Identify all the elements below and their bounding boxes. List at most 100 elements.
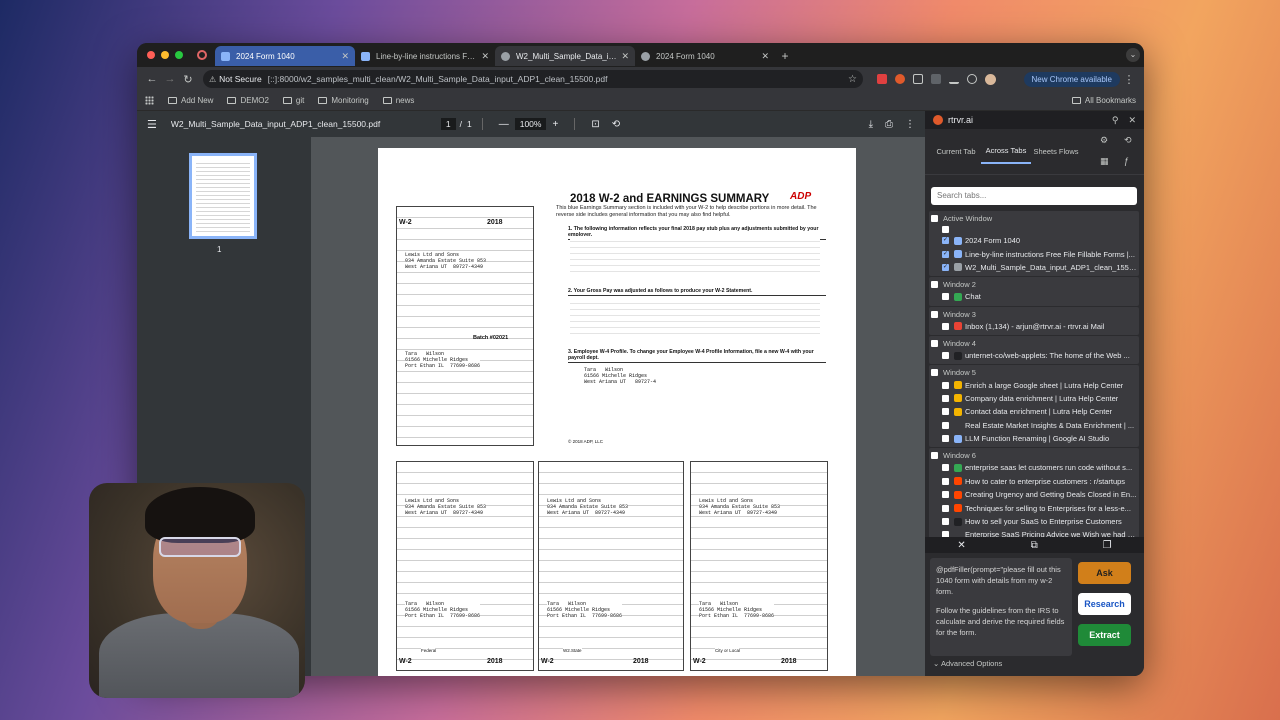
tab-list-item[interactable]: Line-by-line instructions Free File Fill… bbox=[929, 247, 1139, 260]
bookmark-news[interactable]: news bbox=[382, 96, 414, 105]
tab-list-item[interactable]: Creating Urgency and Getting Deals Close… bbox=[929, 488, 1139, 501]
tab-checkbox[interactable] bbox=[942, 477, 949, 485]
print-icon[interactable]: ⎙ bbox=[885, 119, 893, 130]
copy-tabs-icon[interactable]: ❐ bbox=[1103, 540, 1112, 551]
select-all-checkbox[interactable] bbox=[942, 225, 949, 233]
close-icon[interactable]: ✕ bbox=[621, 51, 629, 62]
close-window-button[interactable] bbox=[147, 51, 155, 59]
function-icon[interactable]: ƒ bbox=[1124, 156, 1136, 167]
bookmark-monitoring[interactable]: Monitoring bbox=[318, 96, 369, 105]
advanced-options-toggle[interactable]: Advanced Options bbox=[933, 659, 1002, 668]
tab-checkbox[interactable] bbox=[942, 236, 949, 245]
more-options-icon[interactable]: ⋮ bbox=[905, 119, 915, 130]
window-checkbox[interactable] bbox=[931, 452, 938, 460]
more-menu-icon[interactable]: ⋮ bbox=[1120, 73, 1138, 86]
tab-checkbox[interactable] bbox=[942, 352, 949, 360]
bookmark-star-icon[interactable]: ☆ bbox=[848, 74, 857, 85]
all-bookmarks[interactable]: All Bookmarks bbox=[1071, 96, 1136, 105]
new-chrome-button[interactable]: New Chrome available bbox=[1023, 71, 1120, 87]
minimize-window-button[interactable] bbox=[161, 51, 169, 59]
tab-checkbox[interactable] bbox=[942, 518, 949, 526]
tab-list-item[interactable]: Inbox (1,134) - arjun@rtrvr.ai - rtrvr.a… bbox=[929, 320, 1139, 333]
research-button[interactable]: Research bbox=[1078, 593, 1131, 615]
bookmark-git[interactable]: git bbox=[282, 96, 304, 105]
hamburger-menu-icon[interactable]: ☰ bbox=[147, 118, 157, 131]
tab-checkbox[interactable] bbox=[942, 250, 949, 258]
download-icon[interactable] bbox=[949, 74, 959, 84]
select-all-row[interactable] bbox=[929, 224, 1139, 234]
tab-list-item[interactable]: W2_Multi_Sample_Data_input_ADP1_clean_15… bbox=[929, 261, 1139, 274]
back-arrow-icon[interactable]: ← bbox=[143, 73, 161, 85]
tab-w2-pdf[interactable]: W2_Multi_Sample_Data_input_ADP1_clean_15… bbox=[495, 46, 635, 66]
tab-form-1040-2[interactable]: 2024 Form 1040 ✕ bbox=[635, 46, 775, 66]
tab-list-item[interactable]: Techniques for selling to Enterprises fo… bbox=[929, 501, 1139, 514]
tab-checkbox[interactable] bbox=[942, 491, 949, 499]
tab-list-item[interactable]: Enterprise SaaS Pricing Advice we Wish w… bbox=[929, 528, 1139, 537]
window-header[interactable]: Window 6 bbox=[929, 450, 1139, 461]
bookmark-demo2[interactable]: DEMO2 bbox=[227, 96, 269, 105]
tab-checkbox[interactable] bbox=[942, 435, 949, 443]
calendar-icon[interactable]: ▦ bbox=[1100, 156, 1112, 167]
window-header[interactable]: Window 4 bbox=[929, 338, 1139, 349]
media-icon[interactable] bbox=[967, 74, 977, 84]
tab-list-item[interactable]: Enrich a large Google sheet | Lutra Help… bbox=[929, 378, 1139, 391]
zoom-input[interactable]: 100% bbox=[514, 118, 547, 130]
window-header[interactable]: Active Window bbox=[929, 213, 1139, 224]
not-secure-badge[interactable]: Not Secure bbox=[209, 74, 262, 84]
window-header[interactable]: Window 2 bbox=[929, 279, 1139, 290]
reload-icon[interactable]: ↻ bbox=[179, 73, 197, 86]
tab-line-instructions[interactable]: Line-by-line instructions Free File Fill… bbox=[355, 46, 495, 66]
rtrvr-extension-icon[interactable] bbox=[895, 74, 905, 84]
window-checkbox[interactable] bbox=[931, 281, 938, 289]
window-checkbox[interactable] bbox=[931, 339, 938, 347]
close-icon[interactable]: ✕ bbox=[761, 51, 769, 62]
window-header[interactable]: Window 3 bbox=[929, 309, 1139, 320]
download-icon[interactable]: ⤓ bbox=[869, 119, 873, 130]
fit-page-icon[interactable]: ⊡ bbox=[591, 119, 599, 130]
tab-list-item[interactable]: How to sell your SaaS to Enterprise Cust… bbox=[929, 515, 1139, 528]
record-icon[interactable] bbox=[197, 50, 207, 60]
window-checkbox[interactable] bbox=[931, 215, 938, 222]
tab-form-1040[interactable]: 2024 Form 1040 ✕ bbox=[215, 46, 355, 66]
tab-current-tab[interactable]: Current Tab bbox=[931, 141, 981, 163]
puzzle-icon[interactable] bbox=[913, 74, 923, 84]
zoom-in-icon[interactable]: + bbox=[552, 119, 558, 130]
window-header[interactable]: Window 5 bbox=[929, 367, 1139, 378]
window-checkbox[interactable] bbox=[931, 369, 938, 377]
tab-checkbox[interactable] bbox=[942, 421, 949, 429]
new-tab-button[interactable]: + bbox=[775, 46, 795, 66]
window-checkbox[interactable] bbox=[931, 310, 938, 318]
page-thumbnail[interactable] bbox=[189, 153, 257, 239]
profile-avatar[interactable] bbox=[985, 73, 996, 85]
ask-button[interactable]: Ask bbox=[1078, 562, 1131, 584]
close-icon[interactable]: ✕ bbox=[341, 51, 349, 62]
settings-gear-icon[interactable]: ⚙ bbox=[1100, 135, 1112, 146]
tab-checkbox[interactable] bbox=[942, 464, 949, 472]
bookmark-add-new[interactable]: Add New bbox=[168, 96, 213, 105]
url-text[interactable]: [::]:8000/w2_samples_multi_clean/W2_Mult… bbox=[268, 74, 848, 84]
address-bar[interactable]: Not Secure [::]:8000/w2_samples_multi_cl… bbox=[203, 70, 863, 88]
close-tabs-icon[interactable]: ✕ bbox=[957, 540, 965, 551]
tab-checkbox[interactable] bbox=[942, 408, 949, 416]
tab-list-item[interactable]: Real Estate Market Insights & Data Enric… bbox=[929, 419, 1139, 432]
side-panel-icon[interactable] bbox=[931, 74, 941, 84]
tab-checkbox[interactable] bbox=[942, 263, 949, 271]
apps-grid-icon[interactable] bbox=[145, 96, 154, 105]
group-tabs-icon[interactable]: ⧉ bbox=[1031, 540, 1038, 551]
tab-list-item[interactable]: unternet-co/web-applets: The home of the… bbox=[929, 349, 1139, 362]
tab-list-item[interactable]: Company data enrichment | Lutra Help Cen… bbox=[929, 392, 1139, 405]
tab-checkbox[interactable] bbox=[942, 394, 949, 402]
maximize-window-button[interactable] bbox=[175, 51, 183, 59]
tab-list-item[interactable]: Chat bbox=[929, 290, 1139, 303]
extract-button[interactable]: Extract bbox=[1078, 624, 1131, 646]
history-icon[interactable]: ⟲ bbox=[1124, 135, 1136, 146]
close-icon[interactable]: ✕ bbox=[481, 51, 489, 62]
extension-red-icon[interactable] bbox=[877, 74, 887, 84]
tab-checkbox[interactable] bbox=[942, 504, 949, 512]
forward-arrow-icon[interactable]: → bbox=[161, 73, 179, 85]
tab-list-item[interactable]: LLM Function Renaming | Google AI Studio bbox=[929, 432, 1139, 445]
tab-list-item[interactable]: 2024 Form 1040 bbox=[929, 234, 1139, 247]
prompt-input[interactable]: @pdfFiller(prompt="please fill out this … bbox=[930, 558, 1072, 656]
tab-search-chevron-icon[interactable]: ⌄ bbox=[1126, 48, 1140, 62]
tab-sheets-flows[interactable]: Sheets Flows bbox=[1031, 141, 1081, 163]
